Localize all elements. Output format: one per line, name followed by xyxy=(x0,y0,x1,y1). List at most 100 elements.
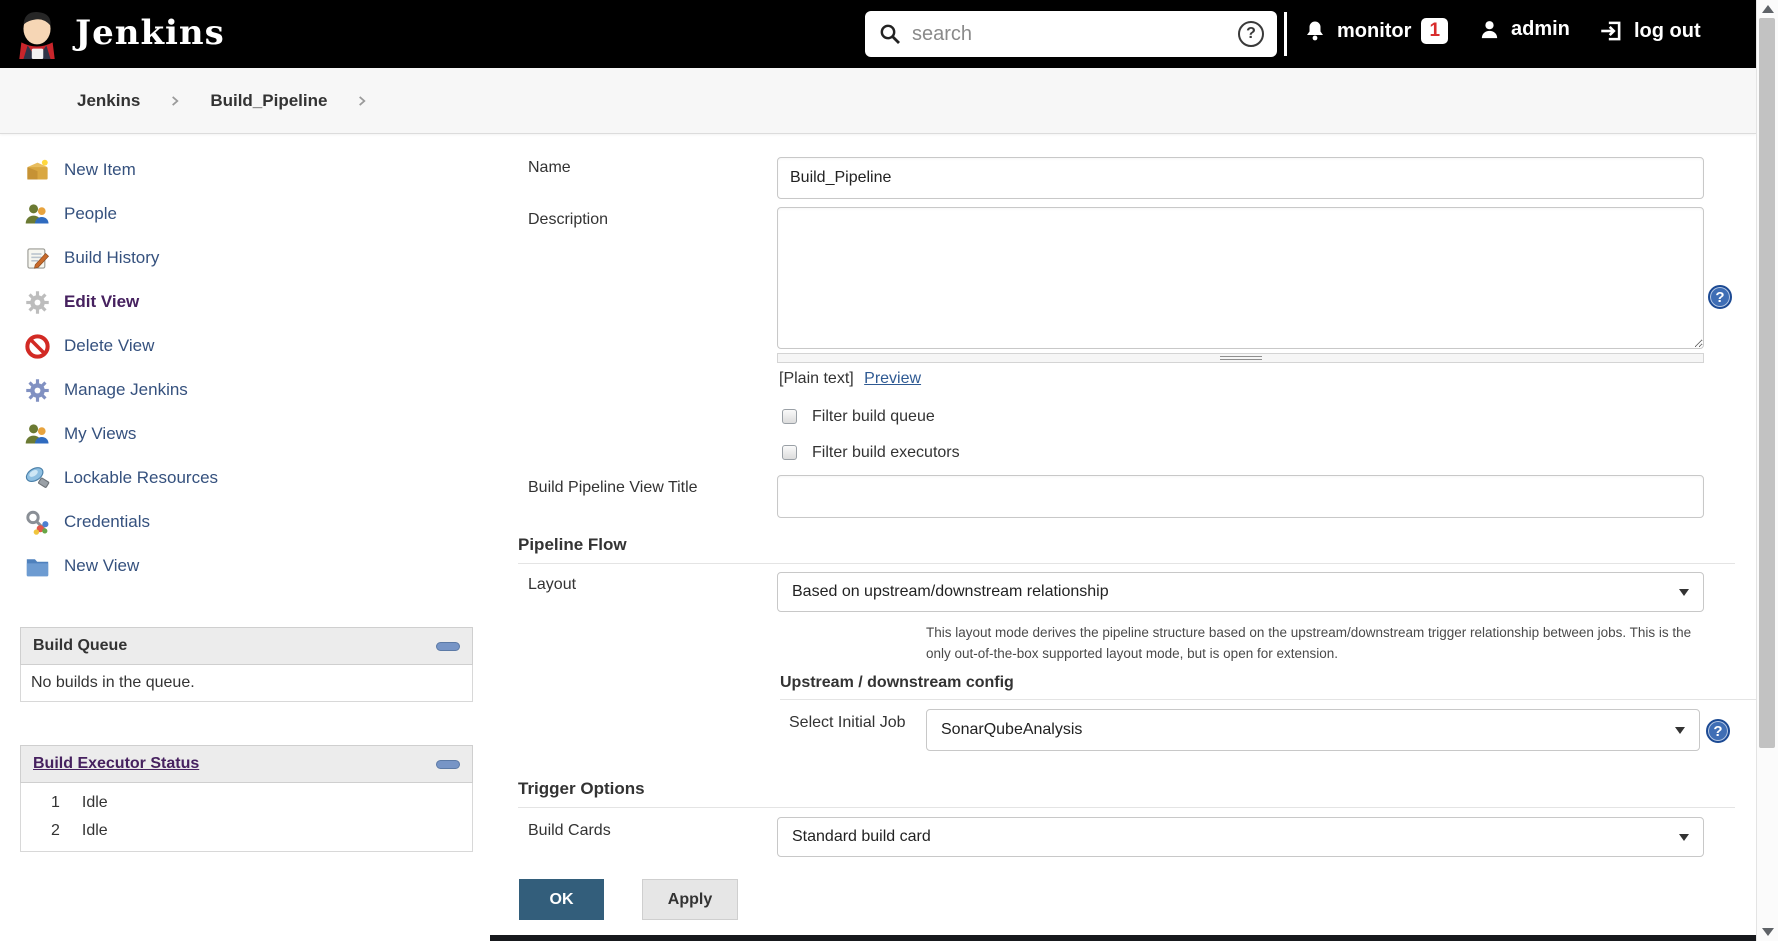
pipeline-flow-heading: Pipeline Flow xyxy=(518,535,1735,564)
credentials-icon xyxy=(26,510,49,535)
preview-link[interactable]: Preview xyxy=(864,370,921,387)
markup-formatter-line: [Plain text] Preview xyxy=(779,370,921,388)
executor-status-header: Build Executor Status xyxy=(20,745,473,783)
breadcrumb-build-pipeline[interactable]: Build_Pipeline xyxy=(210,91,327,111)
breadcrumb-jenkins[interactable]: Jenkins xyxy=(77,91,140,111)
dropdown-arrow-icon xyxy=(1675,726,1685,734)
sidebar-item-credentials[interactable]: Credentials xyxy=(24,500,454,544)
bell-icon xyxy=(1307,21,1323,41)
manage-jenkins-icon xyxy=(26,378,49,402)
brand-title[interactable]: Jenkins xyxy=(75,13,225,53)
sidebar-item-lockable-resources[interactable]: Lockable Resources xyxy=(24,456,454,500)
scroll-down-arrow-icon[interactable] xyxy=(1762,928,1774,936)
logout-icon xyxy=(1601,21,1621,41)
layout-selected-value: Based on upstream/downstream relationshi… xyxy=(792,583,1109,600)
ok-button[interactable]: OK xyxy=(519,879,604,920)
build-queue-empty-text: No builds in the queue. xyxy=(31,674,195,691)
sidebar-item-my-views[interactable]: My Views xyxy=(24,412,454,456)
sidebar-item-new-item[interactable]: New Item xyxy=(24,148,454,192)
user-label: admin xyxy=(1511,18,1570,40)
view-title-input[interactable] xyxy=(777,475,1704,518)
initial-job-select[interactable]: SonarQubeAnalysis xyxy=(926,709,1700,751)
description-label: Description xyxy=(528,211,609,228)
chevron-right-icon[interactable] xyxy=(355,94,369,108)
build-cards-select[interactable]: Standard build card xyxy=(777,817,1704,857)
name-field-wrap xyxy=(777,157,1704,199)
sidebar-item-build-history[interactable]: Build History xyxy=(24,236,454,280)
textarea-resize-bar[interactable] xyxy=(777,353,1704,363)
search-help-icon[interactable]: ? xyxy=(1238,21,1264,47)
sidebar-item-label: Build History xyxy=(64,248,160,267)
user-button[interactable]: admin xyxy=(1478,18,1570,41)
new-item-icon xyxy=(27,159,48,179)
build-queue-title: Build Queue xyxy=(33,637,128,654)
people-icon xyxy=(25,203,49,223)
search-box: ? xyxy=(865,11,1277,57)
executor-status-body: 1 Idle 2 Idle xyxy=(20,783,473,852)
monitor-count-badge: 1 xyxy=(1421,18,1449,44)
sidebar-item-new-view[interactable]: New View xyxy=(24,544,454,588)
scroll-up-arrow-icon[interactable] xyxy=(1762,5,1774,13)
sidebar-item-manage-jenkins[interactable]: Manage Jenkins xyxy=(24,368,454,412)
build-queue-header: Build Queue xyxy=(20,627,473,665)
executor-number: 1 xyxy=(51,794,60,811)
executor-status-panel: Build Executor Status 1 Idle 2 Idle xyxy=(20,745,473,852)
edit-view-icon xyxy=(26,290,49,314)
layout-select[interactable]: Based on upstream/downstream relationshi… xyxy=(777,572,1704,612)
collapse-icon[interactable] xyxy=(436,641,460,651)
filter-build-executors-checkbox[interactable] xyxy=(782,445,797,460)
initial-job-help-icon[interactable]: ? xyxy=(1706,719,1730,743)
sidebar-item-label: People xyxy=(64,204,117,223)
monitor-label: monitor xyxy=(1337,19,1412,42)
executor-row: 2 Idle xyxy=(21,817,472,845)
apply-button[interactable]: Apply xyxy=(642,879,738,920)
trigger-options-heading: Trigger Options xyxy=(518,779,1735,808)
header-divider xyxy=(1284,12,1287,56)
build-cards-label: Build Cards xyxy=(528,822,611,839)
sidebar-item-label: New Item xyxy=(64,160,136,179)
executor-row: 1 Idle xyxy=(21,789,472,817)
executor-state: Idle xyxy=(81,822,108,839)
new-view-icon xyxy=(26,558,49,576)
executor-status-title-link[interactable]: Build Executor Status xyxy=(33,755,199,773)
dropdown-arrow-icon xyxy=(1679,588,1689,596)
layout-help-text: This layout mode derives the pipeline st… xyxy=(926,625,1692,661)
description-textarea[interactable] xyxy=(777,207,1704,349)
sidebar-item-label: Credentials xyxy=(64,512,150,531)
upstream-config-heading: Upstream / downstream config xyxy=(780,674,1758,700)
sidebar-item-label: New View xyxy=(64,556,140,575)
user-icon xyxy=(1481,21,1498,39)
build-queue-panel: Build Queue No builds in the queue. xyxy=(20,627,473,702)
name-input[interactable] xyxy=(777,157,1704,199)
collapse-icon[interactable] xyxy=(436,759,460,769)
page: Jenkins ? monitor 1 admin xyxy=(0,0,1778,941)
lockable-resources-icon xyxy=(25,466,50,488)
executor-number: 2 xyxy=(51,822,60,839)
build-queue-body: No builds in the queue. xyxy=(20,665,473,702)
initial-job-label: Select Initial Job xyxy=(789,714,906,731)
my-views-icon xyxy=(25,423,49,443)
filter-build-queue-checkbox[interactable] xyxy=(782,409,797,424)
delete-view-icon xyxy=(25,333,50,359)
sidebar-item-label: Manage Jenkins xyxy=(64,380,188,399)
sidebar-item-delete-view[interactable]: Delete View xyxy=(24,324,454,368)
sidebar-item-edit-view[interactable]: Edit View xyxy=(24,280,454,324)
sidebar-item-people[interactable]: People xyxy=(24,192,454,236)
name-label: Name xyxy=(528,159,571,176)
search-input[interactable] xyxy=(912,22,1228,46)
sidebar-item-label: My Views xyxy=(64,424,137,443)
initial-job-selected-value: SonarQubeAnalysis xyxy=(941,721,1083,738)
sidebar-item-label: Edit View xyxy=(64,292,140,311)
build-history-icon xyxy=(27,247,49,269)
logout-button[interactable]: log out xyxy=(1598,18,1701,44)
filter-build-queue-label: Filter build queue xyxy=(812,408,935,425)
chevron-right-icon xyxy=(172,95,179,106)
description-help-icon[interactable]: ? xyxy=(1708,285,1732,309)
logout-label: log out xyxy=(1634,19,1701,42)
top-bar: Jenkins ? monitor 1 admin xyxy=(0,0,1756,68)
jenkins-butler-logo-icon[interactable] xyxy=(14,9,60,64)
monitor-button[interactable]: monitor 1 xyxy=(1303,18,1449,44)
sidebar-item-label: Delete View xyxy=(64,336,155,355)
scrollbar-thumb[interactable] xyxy=(1759,18,1775,748)
build-cards-selected-value: Standard build card xyxy=(792,828,931,845)
